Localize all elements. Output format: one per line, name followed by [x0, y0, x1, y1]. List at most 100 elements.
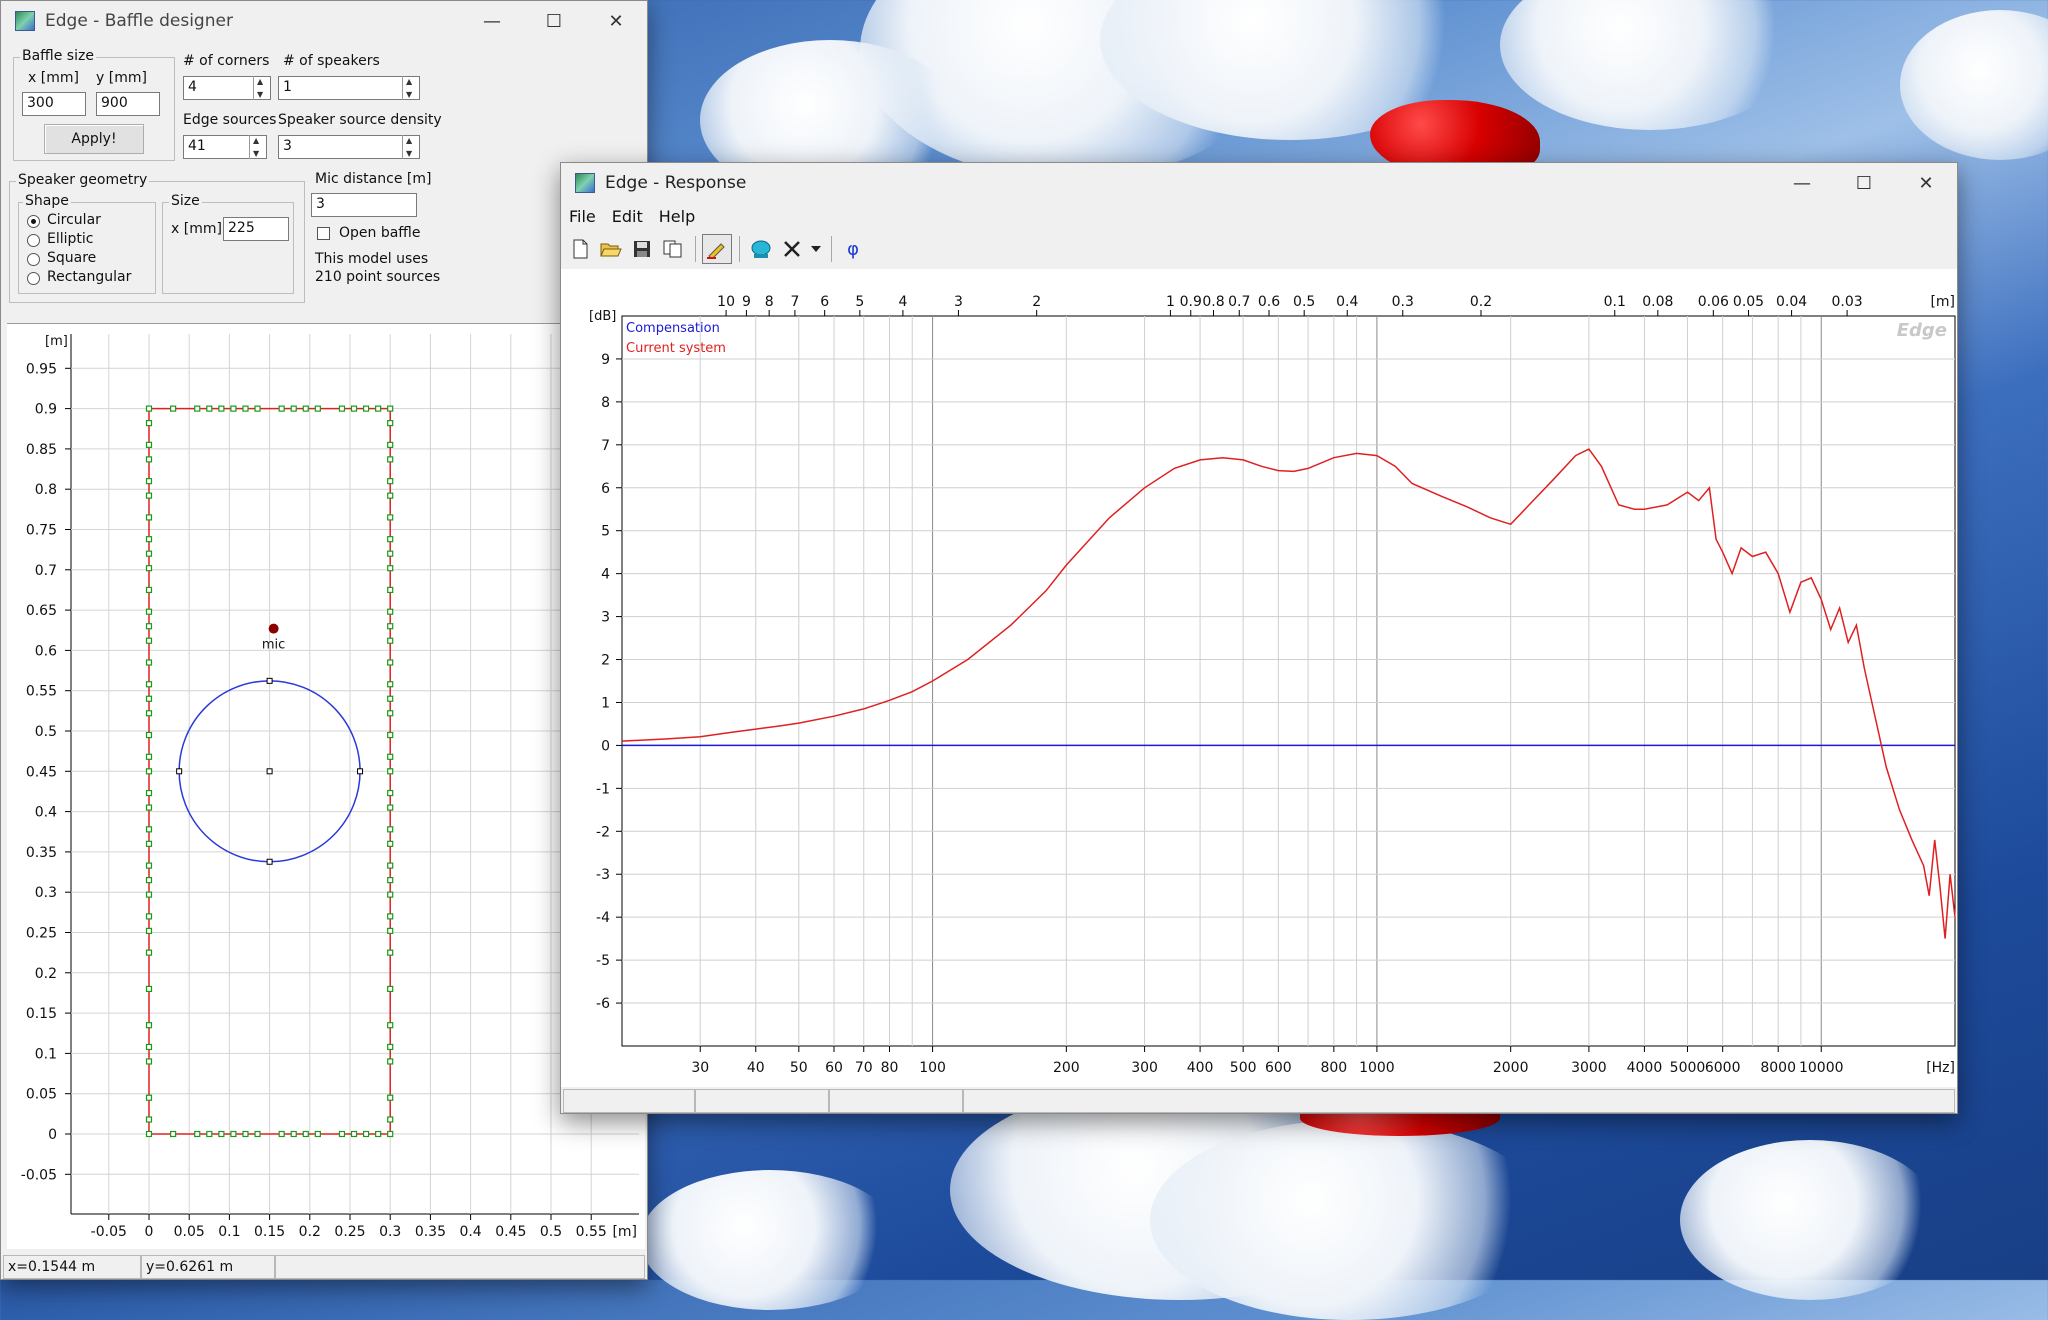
shape-rectangular-radio[interactable]: [27, 272, 40, 285]
x-tick-label: 0.1: [218, 1224, 240, 1240]
size-x-label: x [mm]: [171, 221, 222, 237]
x-tick-label: 0.2: [299, 1224, 321, 1240]
y-tick-label: -4: [596, 910, 610, 926]
plot-frame: [621, 315, 1956, 1047]
corners-label: # of corners: [183, 53, 270, 69]
shape-elliptic-radio[interactable]: [27, 234, 40, 247]
top-tick-label: 0.3: [1392, 294, 1414, 310]
close-icon[interactable]: ✕: [585, 1, 647, 41]
edge-source-point: [387, 514, 394, 521]
speaker-density-input[interactable]: 3: [278, 135, 420, 159]
corners-spinner[interactable]: [253, 76, 269, 100]
y-tick-label: 0: [601, 738, 610, 754]
y-tick-label: 0.5: [35, 724, 57, 740]
y-tick-label: 0.45: [26, 764, 57, 780]
close-icon[interactable]: ✕: [1895, 163, 1957, 203]
edge-source-point: [338, 1130, 346, 1138]
maximize-icon[interactable]: ☐: [1833, 163, 1895, 203]
baffle-designer-titlebar[interactable]: Edge - Baffle designer — ☐ ✕: [1, 1, 647, 41]
x-tick-label: 0.05: [174, 1224, 205, 1240]
mic-distance-input[interactable]: 3: [311, 193, 417, 217]
response-chart-area[interactable]: 9 8 7 6 5 4 3 2 1 0 -1 -2 -3 -4 -5 -6 [dB] 30 40 50 60 70 80 10…: [561, 269, 1957, 1087]
shape-group: Shape Circular Elliptic Square Rectangul…: [18, 193, 156, 294]
speaker-handle-point: [266, 858, 273, 865]
top-tick-label: 5: [855, 294, 864, 310]
response-chart-svg[interactable]: 9876543210-1-2-3-4-5-6[dB]30 40 50 60 70 80 10…: [561, 269, 1957, 1087]
edge-source-point: [387, 731, 394, 739]
baffle-plot-svg[interactable]: 0.950.90.850.80.750.70.650.60.550.50.450…: [7, 324, 645, 1250]
x-tick-label: 500: [1230, 1060, 1257, 1076]
edge-source-point: [387, 913, 394, 920]
x-tick-label: 0.5: [540, 1224, 562, 1240]
y-tick-label: -1: [596, 781, 610, 797]
response-titlebar[interactable]: Edge - Response — ☐ ✕: [561, 163, 1957, 203]
shape-square-radio[interactable]: [27, 253, 40, 266]
mic-distance-label: Mic distance [m]: [315, 171, 432, 187]
speaker-handle-point: [176, 768, 183, 775]
top-tick-label: 0.9: [1180, 294, 1202, 310]
open-folder-icon[interactable]: [596, 234, 626, 264]
status-empty: [275, 1255, 645, 1279]
x-tick-label: 4000: [1627, 1060, 1663, 1076]
shape-circular-radio[interactable]: [27, 215, 40, 228]
response-status-1: [563, 1089, 695, 1113]
save-icon[interactable]: [627, 234, 657, 264]
edge-sources-spinner[interactable]: [249, 135, 265, 159]
size-label: Size: [169, 193, 202, 209]
top-tick-label: 6: [820, 294, 829, 310]
menu-help[interactable]: Help: [651, 207, 703, 226]
y-tick-label: -5: [596, 953, 610, 969]
edge-source-point: [145, 862, 153, 869]
toolbar: φ: [561, 231, 1957, 267]
draw-pencil-icon[interactable]: [702, 234, 732, 264]
edge-source-point: [145, 1058, 153, 1065]
speaker-geometry-label: Speaker geometry: [16, 172, 150, 188]
x-unit-label: [Hz]: [1926, 1060, 1955, 1076]
shape-label: Shape: [23, 193, 71, 209]
size-group: Size x [mm] 225: [162, 193, 294, 294]
y-tick-label: 0: [48, 1127, 57, 1143]
edge-source-point: [387, 1130, 394, 1138]
baffle-y-input[interactable]: 900: [96, 92, 160, 116]
edge-source-point: [387, 478, 394, 485]
edge-source-point: [145, 949, 153, 956]
copy-icon[interactable]: [658, 234, 688, 264]
edge-source-point: [387, 456, 394, 463]
top-tick-label: 10: [717, 294, 735, 310]
speakers-input[interactable]: 1: [278, 76, 420, 100]
edge-source-point: [387, 1094, 394, 1101]
open-baffle-checkbox[interactable]: [317, 227, 330, 240]
dropdown-arrow-icon[interactable]: [808, 234, 824, 264]
minimize-icon[interactable]: —: [1771, 163, 1833, 203]
edge-source-point: [387, 768, 394, 775]
edge-source-point: [387, 753, 394, 760]
phase-phi-icon[interactable]: φ: [838, 234, 868, 264]
x-tick-label: 0: [145, 1224, 154, 1240]
x-tick-label: 2000: [1493, 1060, 1529, 1076]
delete-x-icon[interactable]: [777, 234, 807, 264]
edge-source-point: [145, 913, 153, 920]
baffle-x-input[interactable]: 300: [22, 92, 86, 116]
edge-source-point: [387, 659, 394, 666]
edge-source-point: [302, 1130, 309, 1138]
apply-button[interactable]: Apply!: [44, 124, 144, 154]
minimize-icon[interactable]: —: [461, 1, 523, 41]
baffle-plot[interactable]: 0.95 0.9 0.85 0.8 0.75 0.7 0.65 0.6 0.55 0.5 0.45 0…: [7, 323, 645, 1249]
x-tick-label: 40: [747, 1060, 765, 1076]
edge-source-point: [387, 492, 394, 499]
y-tick-label: 0.05: [26, 1087, 57, 1103]
menu-edit[interactable]: Edit: [604, 207, 651, 226]
size-x-input[interactable]: 225: [223, 217, 289, 241]
menu-file[interactable]: File: [561, 207, 604, 226]
edge-source-point: [387, 565, 394, 572]
y-tick-label: 0.6: [35, 643, 57, 659]
x-tick-label: 0.25: [334, 1224, 365, 1240]
maximize-icon[interactable]: ☐: [523, 1, 585, 41]
speakers-spinner[interactable]: [402, 76, 418, 100]
speaker-density-spinner[interactable]: [402, 135, 418, 159]
status-y: y=0.6261 m: [141, 1255, 275, 1279]
new-file-icon[interactable]: [565, 234, 595, 264]
x-tick-label: 1000: [1359, 1060, 1395, 1076]
x-tick-label: 0.55: [576, 1224, 607, 1240]
speaker-icon[interactable]: [746, 234, 776, 264]
